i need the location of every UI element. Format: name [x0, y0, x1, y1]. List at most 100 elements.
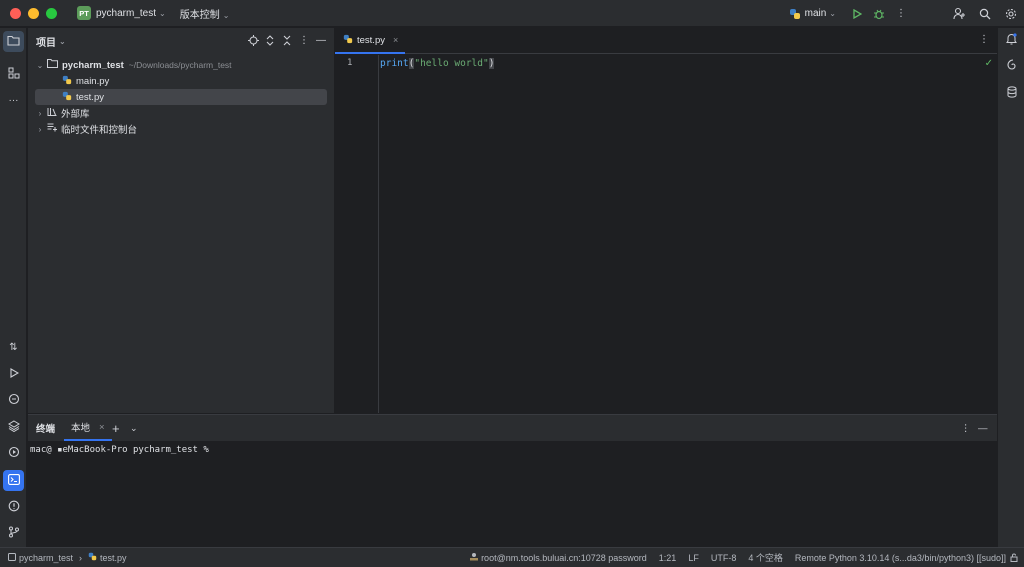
tab-test-py[interactable]: test.py ×	[335, 28, 405, 54]
hide-panel-icon[interactable]: —	[314, 33, 328, 47]
tab-label: test.py	[357, 34, 385, 46]
run-tool-button[interactable]	[3, 364, 24, 385]
chevron-down-icon: ⌄	[222, 10, 230, 20]
breadcrumb-file[interactable]: test.py	[88, 552, 127, 563]
editor-area: test.py × ⋮ 1 print("hello world") ✓	[335, 28, 997, 413]
close-tab-icon[interactable]: ×	[99, 422, 105, 433]
terminal-icon	[7, 473, 20, 488]
check-icon[interactable]: ✓	[985, 58, 993, 69]
code-paren-close: )	[488, 58, 495, 69]
more-tools-button[interactable]: ···	[3, 90, 24, 111]
structure-icon	[8, 67, 20, 82]
tree-item-external-libraries[interactable]: › 外部库	[35, 105, 327, 121]
services-icon	[8, 446, 20, 461]
database-tool-button[interactable]	[1001, 83, 1022, 104]
more-vertical-icon[interactable]: ⋮	[961, 415, 971, 441]
notifications-tool-button[interactable]	[1001, 30, 1022, 51]
zoom-window-button[interactable]	[46, 7, 57, 19]
run-icon[interactable]	[846, 3, 868, 25]
tree-root-pycharm-test[interactable]: ⌄ pycharm_test ~/Downloads/pycharm_test	[35, 57, 327, 73]
expand-all-icon[interactable]	[263, 33, 277, 47]
node-label: 临时文件和控制台	[61, 125, 138, 136]
breadcrumb-separator: ›	[79, 552, 83, 563]
line-number: 1	[347, 58, 353, 68]
more-horizontal-icon: ···	[8, 95, 19, 106]
tree-item-main-py[interactable]: main.py	[35, 73, 327, 89]
project-badge[interactable]: PT	[77, 6, 91, 20]
module-icon	[8, 552, 16, 563]
run-config-selector[interactable]: main ⌄	[805, 8, 836, 19]
project-panel-title: 项目	[36, 37, 56, 49]
database-icon	[1007, 86, 1017, 101]
gear-icon[interactable]	[1000, 3, 1022, 25]
new-terminal-icon[interactable]: +	[112, 415, 120, 441]
remote-user-icon	[469, 552, 479, 563]
terminal-prompt[interactable]: mac@ ▪eMacBook-Pro pycharm_test %	[30, 445, 209, 455]
commit-tool-button[interactable]: ⇅	[3, 337, 24, 358]
minimize-window-button[interactable]	[28, 7, 39, 19]
cursor-position[interactable]: 1:21	[659, 553, 677, 563]
close-tab-icon[interactable]: ×	[393, 35, 398, 45]
debug-icon[interactable]	[868, 3, 890, 25]
terminal-tool-button[interactable]	[3, 470, 24, 491]
hide-panel-icon[interactable]: —	[978, 415, 988, 441]
close-window-button[interactable]	[10, 7, 21, 19]
left-tool-strip: ··· ⇅	[0, 28, 27, 547]
git-tool-button[interactable]	[3, 523, 24, 544]
tree-item-test-py[interactable]: test.py	[35, 89, 327, 105]
git-branch-icon	[8, 526, 20, 541]
chevron-right-icon: ›	[38, 108, 42, 118]
line-ending[interactable]: LF	[688, 553, 699, 563]
tree-item-scratches[interactable]: › 临时文件和控制台	[35, 121, 327, 137]
editor-tabs: test.py × ⋮	[335, 28, 997, 54]
structure-tool-button[interactable]	[3, 64, 24, 85]
problems-tool-button[interactable]	[3, 497, 24, 518]
python-file-icon	[343, 34, 353, 47]
breadcrumb-project[interactable]: pycharm_test	[8, 552, 73, 563]
python-packages-tool-button[interactable]	[3, 417, 24, 438]
services-tool-button[interactable]	[3, 443, 24, 464]
project-tool-button[interactable]	[3, 31, 24, 52]
python-interpreter[interactable]: Remote Python 3.10.14 (s...da3/bin/pytho…	[795, 553, 1006, 563]
vcs-menu[interactable]: 版本控制 ⌄	[180, 6, 230, 21]
add-user-icon[interactable]	[948, 3, 970, 25]
file-encoding[interactable]: UTF-8	[711, 553, 737, 563]
code-line[interactable]: print("hello world")	[380, 58, 495, 69]
code-string: "hello world"	[414, 58, 489, 69]
more-vertical-icon[interactable]: ⋮	[979, 34, 989, 45]
status-bar: pycharm_test › test.py root@nm.tools.bul…	[0, 547, 1024, 567]
locate-icon[interactable]	[246, 33, 260, 47]
python-console-tool-button[interactable]	[3, 390, 24, 411]
run-outline-icon	[9, 368, 19, 381]
terminal-title: 终端	[36, 424, 56, 435]
title-bar: PT pycharm_test ⌄ 版本控制 ⌄ main ⌄ ⋮	[0, 0, 1024, 27]
layers-icon	[7, 420, 20, 435]
project-switcher[interactable]: pycharm_test ⌄	[96, 8, 166, 19]
problems-icon	[8, 500, 20, 515]
ai-assistant-tool-button[interactable]	[1001, 56, 1022, 77]
terminal-panel: 终端 本地 × + ⌄ ⋮ — mac@ ▪eMacBook-Pro pycha…	[28, 414, 997, 547]
terminal-tab-label: 本地	[71, 423, 91, 434]
folder-icon	[47, 59, 58, 71]
lock-icon[interactable]	[1010, 553, 1018, 562]
more-vertical-icon[interactable]: ⋮	[297, 33, 311, 47]
chevron-right-icon: ›	[38, 124, 42, 134]
search-icon[interactable]	[974, 3, 996, 25]
file-name: main.py	[76, 75, 110, 87]
python-file-icon	[88, 552, 97, 563]
chevron-down-icon: ⌄	[159, 8, 166, 18]
remote-host-widget[interactable]: root@nm.tools.buluai.cn:10728 password	[469, 552, 647, 563]
python-file-icon	[62, 75, 72, 88]
line-gutter: 1	[335, 55, 379, 413]
chevron-down-icon[interactable]: ⌄	[130, 415, 138, 441]
indent-setting[interactable]: 4 个空格	[748, 551, 783, 564]
library-icon	[47, 107, 57, 119]
python-file-icon	[62, 91, 72, 104]
project-panel: 项目 ⌄ ⋮ — ⌄ pycharm_test ~/Downloads/pych…	[28, 28, 334, 413]
collapse-all-icon[interactable]	[280, 33, 294, 47]
tab-terminal-local[interactable]: 本地 ×	[64, 415, 112, 441]
more-vertical-icon[interactable]: ⋮	[890, 3, 912, 25]
root-folder-name: pycharm_test	[62, 59, 124, 71]
python-icon	[787, 3, 803, 25]
python-console-icon	[8, 393, 20, 408]
